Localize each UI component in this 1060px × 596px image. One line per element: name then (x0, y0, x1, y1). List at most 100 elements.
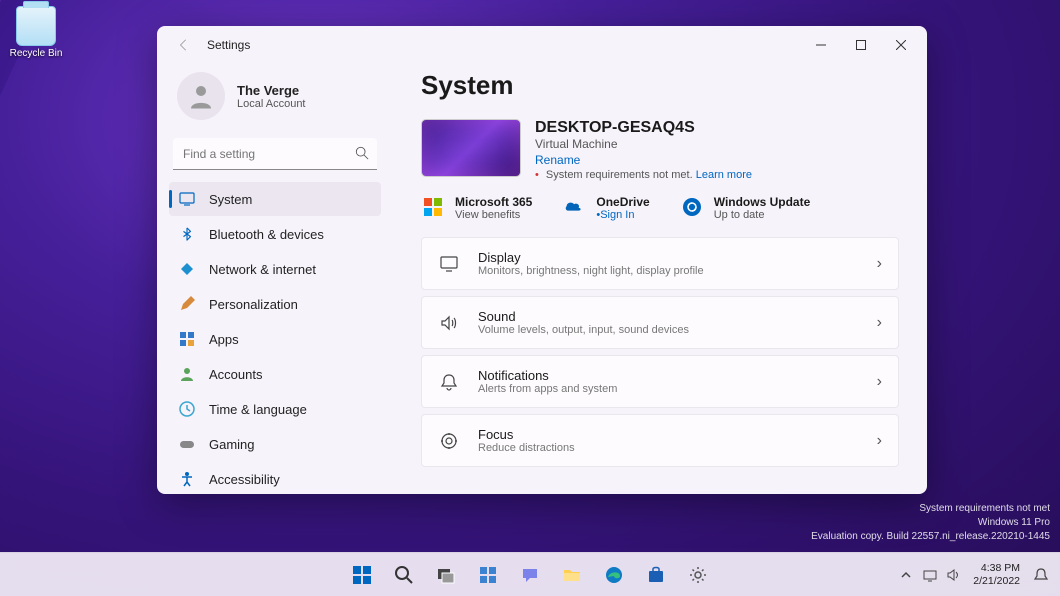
display-icon (438, 253, 460, 275)
card-sub: Monitors, brightness, night light, displ… (478, 265, 877, 277)
sidebar-item-network[interactable]: Network & internet (169, 252, 381, 286)
card-title: Display (478, 250, 877, 265)
settings-taskbar-button[interactable] (679, 556, 717, 594)
sidebar-item-bluetooth[interactable]: Bluetooth & devices (169, 217, 381, 251)
notifications-icon (438, 371, 460, 393)
settings-card-focus[interactable]: Focus Reduce distractions › (421, 414, 899, 467)
window-title: Settings (207, 38, 250, 52)
system-icon (179, 191, 195, 207)
main-content: System DESKTOP-GESAQ4S Virtual Machine R… (393, 64, 927, 494)
watermark-line: System requirements not met (811, 502, 1050, 516)
sidebar-item-personalization[interactable]: Personalization (169, 287, 381, 321)
maximize-button[interactable] (841, 30, 881, 60)
bluetooth-icon (179, 226, 195, 242)
sidebar-item-label: Accessibility (209, 472, 280, 487)
watermark-line: Windows 11 Pro (811, 516, 1050, 530)
chevron-right-icon: › (877, 373, 882, 391)
card-sub: Alerts from apps and system (478, 383, 877, 395)
widgets-button[interactable] (469, 556, 507, 594)
personalization-icon (179, 296, 195, 312)
sidebar-item-gaming[interactable]: Gaming (169, 427, 381, 461)
recycle-bin-label: Recycle Bin (8, 48, 64, 59)
service-sub: •Sign In (596, 209, 649, 221)
sidebar-item-label: System (209, 192, 252, 207)
sidebar: The Verge Local Account System Bluetooth… (157, 64, 393, 494)
recycle-bin[interactable]: Recycle Bin (8, 6, 64, 59)
desktop-watermark: System requirements not met Windows 11 P… (811, 502, 1050, 544)
search-icon (355, 146, 369, 160)
settings-card-display[interactable]: Display Monitors, brightness, night ligh… (421, 237, 899, 290)
desktop: Recycle Bin Settings The Verge (0, 0, 1060, 596)
notifications-tray-icon[interactable] (1030, 564, 1052, 586)
settings-window: Settings The Verge Local Account (157, 26, 927, 494)
close-button[interactable] (881, 30, 921, 60)
apps-icon (179, 331, 195, 347)
sidebar-item-label: Bluetooth & devices (209, 227, 324, 242)
requirements-text: System requirements not met. (546, 169, 693, 181)
sidebar-item-apps[interactable]: Apps (169, 322, 381, 356)
taskbar: 4:38 PM 2/21/2022 (0, 552, 1060, 596)
sidebar-item-label: Gaming (209, 437, 255, 452)
service-m365[interactable]: Microsoft 365 View benefits (421, 195, 532, 221)
avatar (177, 72, 225, 120)
clock-time: 4:38 PM (973, 562, 1020, 575)
volume-tray-icon[interactable] (945, 566, 963, 584)
search-button[interactable] (385, 556, 423, 594)
back-button[interactable] (173, 34, 195, 56)
search-box (173, 138, 377, 170)
card-title: Focus (478, 427, 877, 442)
recycle-bin-icon (16, 6, 56, 46)
onedrive-icon (562, 195, 586, 219)
microsoft-365-icon (421, 195, 445, 219)
file-explorer-button[interactable] (553, 556, 591, 594)
chevron-right-icon: › (877, 314, 882, 332)
sidebar-item-label: Accounts (209, 367, 262, 382)
tray-chevron-up-icon[interactable] (897, 566, 915, 584)
chat-button[interactable] (511, 556, 549, 594)
learn-more-link[interactable]: Learn more (696, 169, 752, 181)
rename-link[interactable]: Rename (535, 153, 752, 167)
service-sub: View benefits (455, 209, 532, 221)
card-title: Notifications (478, 368, 877, 383)
sidebar-item-system[interactable]: System (169, 182, 381, 216)
device-thumbnail (421, 119, 521, 177)
settings-card-sound[interactable]: Sound Volume levels, output, input, soun… (421, 296, 899, 349)
requirements-row: • System requirements not met. Learn mor… (535, 169, 752, 181)
sidebar-item-time[interactable]: Time & language (169, 392, 381, 426)
minimize-button[interactable] (801, 30, 841, 60)
card-sub: Volume levels, output, input, sound devi… (478, 324, 877, 336)
user-account: Local Account (237, 98, 306, 110)
service-title: Windows Update (714, 195, 811, 209)
clock-date: 2/21/2022 (973, 575, 1020, 588)
arrow-left-icon (177, 38, 191, 52)
service-windows-update[interactable]: Windows Update Up to date (680, 195, 811, 221)
taskbar-right: 4:38 PM 2/21/2022 (897, 562, 1052, 587)
card-title: Sound (478, 309, 877, 324)
sidebar-item-label: Apps (209, 332, 239, 347)
network-icon (179, 261, 195, 277)
sidebar-item-accessibility[interactable]: Accessibility (169, 462, 381, 494)
taskbar-center (343, 556, 717, 594)
sidebar-item-label: Personalization (209, 297, 298, 312)
store-button[interactable] (637, 556, 675, 594)
warning-dot-icon: • (535, 169, 539, 181)
service-title: OneDrive (596, 195, 649, 209)
service-onedrive[interactable]: OneDrive •Sign In (562, 195, 649, 221)
service-title: Microsoft 365 (455, 195, 532, 209)
services-row: Microsoft 365 View benefits OneDrive •Si… (421, 195, 899, 221)
user-name: The Verge (237, 83, 306, 98)
network-tray-icon[interactable] (921, 566, 939, 584)
time-icon (179, 401, 195, 417)
edge-button[interactable] (595, 556, 633, 594)
accounts-icon (179, 366, 195, 382)
titlebar: Settings (157, 26, 927, 64)
device-name: DESKTOP-GESAQ4S (535, 119, 752, 137)
user-row[interactable]: The Verge Local Account (169, 64, 381, 138)
sidebar-item-accounts[interactable]: Accounts (169, 357, 381, 391)
clock[interactable]: 4:38 PM 2/21/2022 (969, 562, 1024, 587)
search-input[interactable] (173, 138, 377, 170)
device-row: DESKTOP-GESAQ4S Virtual Machine Rename •… (421, 119, 899, 181)
start-button[interactable] (343, 556, 381, 594)
task-view-button[interactable] (427, 556, 465, 594)
settings-card-notifications[interactable]: Notifications Alerts from apps and syste… (421, 355, 899, 408)
